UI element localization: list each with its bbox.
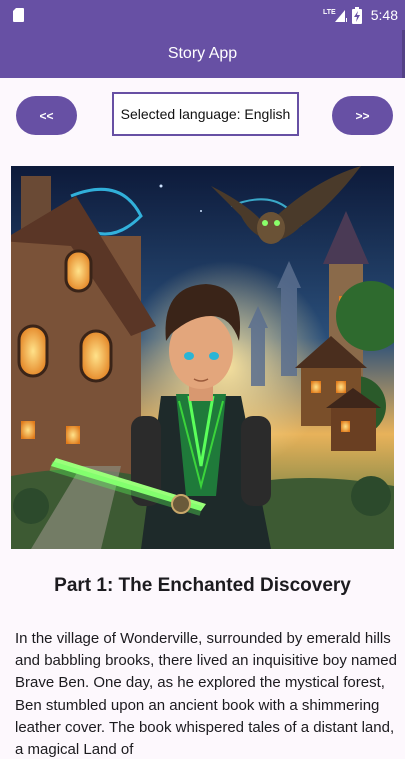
previous-button[interactable]: <<	[16, 96, 77, 135]
status-icons: LTE 5:48	[323, 0, 398, 30]
story-illustration-art	[11, 166, 394, 549]
status-time: 5:48	[370, 7, 398, 23]
lte-label: LTE	[323, 9, 336, 16]
language-label: Selected language: English	[120, 106, 291, 122]
status-bar: LTE 5:48	[0, 0, 405, 30]
story-illustration	[11, 166, 394, 549]
language-selector[interactable]: Selected language: English	[112, 92, 299, 136]
app-title: Story App	[167, 45, 238, 62]
app-bar: Story App	[0, 30, 405, 78]
battery-charging-icon	[351, 6, 362, 24]
story-body: In the village of Wonderville, surrounde…	[15, 630, 397, 759]
story-title: Part 1: The Enchanted Discovery	[54, 575, 351, 596]
app-screen: LTE 5:48 Story App << Selected language:…	[0, 0, 405, 759]
lte-signal-icon: LTE	[323, 9, 347, 22]
next-button[interactable]: >>	[332, 96, 393, 135]
sd-card-icon	[13, 8, 24, 22]
